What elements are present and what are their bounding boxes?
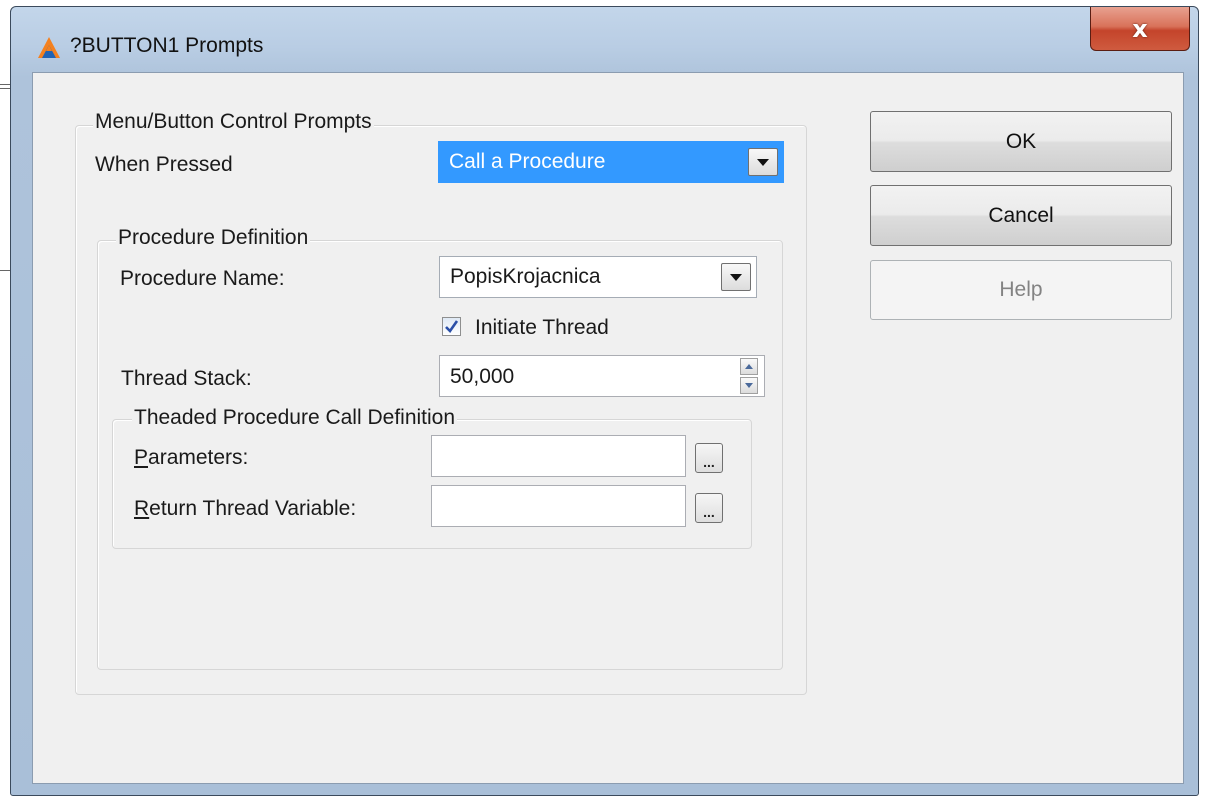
procedure-name-value: PopisKrojacnica (450, 265, 601, 288)
close-icon: x (1132, 14, 1148, 43)
thread-stack-field[interactable]: 50,000 (439, 355, 765, 397)
app-icon (38, 37, 60, 58)
procedure-name-combo[interactable]: PopisKrojacnica (439, 256, 757, 298)
threaded-call-legend: Theaded Procedure Call Definition (132, 406, 458, 430)
arrow-down-icon (745, 383, 753, 388)
checkmark-icon (445, 320, 459, 334)
ellipsis-icon: ... (703, 454, 715, 470)
initiate-thread-label[interactable]: Initiate Thread (475, 316, 609, 340)
close-button[interactable]: x (1090, 7, 1190, 51)
menu-button-group-legend: Menu/Button Control Prompts (93, 110, 374, 134)
spin-up-button[interactable] (740, 358, 758, 375)
title-bar[interactable]: ?BUTTON1 Prompts x (11, 7, 1198, 81)
parameters-browse-button[interactable]: ... (695, 443, 723, 473)
help-button[interactable]: Help (870, 260, 1172, 320)
spin-down-button[interactable] (740, 377, 758, 394)
chevron-down-icon (730, 273, 742, 281)
thread-stack-spinner[interactable] (740, 358, 760, 396)
initiate-thread-checkbox[interactable] (442, 317, 461, 336)
return-thread-variable-browse-button[interactable]: ... (695, 493, 723, 523)
dialog-window: ?BUTTON1 Prompts x Menu/Button Control P… (10, 6, 1199, 796)
procedure-name-label: Procedure Name: (120, 267, 285, 290)
when-pressed-combo[interactable]: Call a Procedure (438, 141, 784, 183)
procedure-name-dropdown-button[interactable] (721, 263, 751, 291)
when-pressed-value: Call a Procedure (449, 150, 606, 173)
when-pressed-label: When Pressed (95, 153, 233, 176)
when-pressed-dropdown-button[interactable] (748, 148, 778, 176)
return-thread-variable-field[interactable] (431, 485, 686, 527)
dialog-client-area: Menu/Button Control Prompts When Pressed… (32, 72, 1184, 784)
ok-button[interactable]: OK (870, 111, 1172, 172)
procedure-definition-legend: Procedure Definition (116, 226, 311, 250)
arrow-up-icon (745, 364, 753, 369)
thread-stack-value: 50,000 (450, 365, 515, 388)
chevron-down-icon (757, 158, 769, 166)
return-thread-variable-label: Return Thread Variable: (134, 497, 357, 520)
cancel-button[interactable]: Cancel (870, 185, 1172, 246)
parameters-label: Parameters: (134, 446, 249, 469)
thread-stack-label: Thread Stack: (121, 367, 252, 390)
parameters-field[interactable] (431, 435, 686, 477)
ellipsis-icon: ... (703, 504, 715, 520)
window-title: ?BUTTON1 Prompts (70, 34, 264, 57)
